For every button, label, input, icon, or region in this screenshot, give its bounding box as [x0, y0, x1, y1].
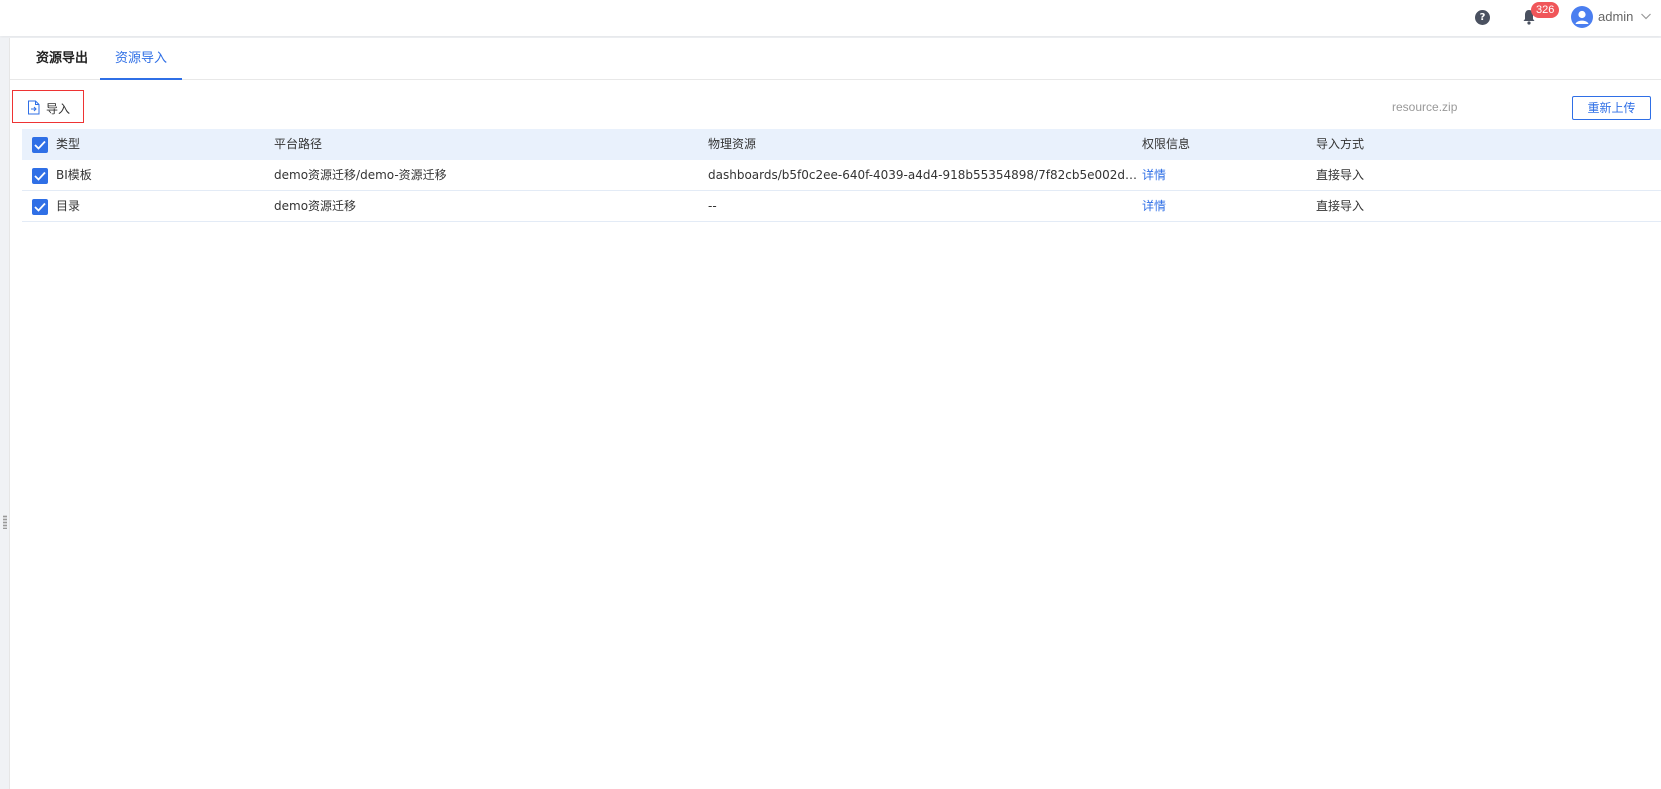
question-circle-icon[interactable]: ? — [1475, 10, 1490, 25]
check-icon — [34, 202, 46, 212]
cell-method: 直接导入 — [1316, 168, 1365, 182]
column-header-method: 导入方式 — [1316, 137, 1365, 151]
column-header-permission: 权限信息 — [1142, 137, 1191, 151]
cell-method: 直接导入 — [1316, 199, 1365, 213]
cell-type: 目录 — [56, 199, 81, 213]
uploaded-file-name: resource.zip — [1392, 100, 1458, 114]
row-checkbox[interactable] — [32, 168, 48, 184]
permission-detail-link[interactable]: 详情 — [1142, 160, 1166, 191]
tab-bar: 资源导出 资源导入 — [10, 38, 1661, 80]
top-bar: ? 326 admin — [0, 0, 1661, 36]
notification-badge: 326 — [1531, 2, 1560, 18]
reupload-button[interactable]: 重新上传 — [1572, 96, 1651, 120]
select-all-checkbox[interactable] — [32, 137, 48, 153]
check-icon — [34, 140, 46, 150]
check-icon — [34, 171, 46, 181]
tab-resource-import[interactable]: 资源导入 — [100, 38, 183, 80]
username[interactable]: admin — [1598, 9, 1633, 24]
column-header-resource: 物理资源 — [708, 137, 757, 151]
cell-path: demo资源迁移 — [274, 199, 357, 213]
cell-type: BI模板 — [56, 168, 92, 182]
table-header: 类型 平台路径 物理资源 权限信息 导入方式 — [22, 129, 1661, 160]
file-import-icon — [28, 100, 40, 115]
column-header-path: 平台路径 — [274, 137, 323, 151]
import-button-label: 导入 — [46, 102, 71, 116]
row-checkbox[interactable] — [32, 199, 48, 215]
avatar[interactable] — [1571, 6, 1593, 28]
column-header-type: 类型 — [56, 137, 81, 151]
cell-path: demo资源迁移/demo-资源迁移 — [274, 168, 447, 182]
permission-detail-link[interactable]: 详情 — [1142, 191, 1166, 222]
cell-resource: -- — [708, 199, 717, 213]
import-button[interactable]: 导入 — [12, 90, 84, 123]
tab-resource-export[interactable]: 资源导出 — [21, 38, 103, 80]
drag-handle-icon[interactable] — [3, 515, 7, 529]
user-icon — [1575, 10, 1589, 24]
table-row: 目录 demo资源迁移 -- 详情 直接导入 — [22, 191, 1661, 222]
chevron-down-icon[interactable] — [1640, 10, 1652, 22]
table-row: BI模板 demo资源迁移/demo-资源迁移 dashboards/b5f0c… — [22, 160, 1661, 191]
cell-resource: dashboards/b5f0c2ee-640f-4039-a4d4-918b5… — [708, 168, 1142, 182]
side-collapse-strip — [0, 38, 10, 789]
resource-table: 类型 平台路径 物理资源 权限信息 导入方式 BI模板 demo资源迁移/dem… — [22, 129, 1661, 222]
main-panel: 资源导出 资源导入 导入 resource.zip 重新上传 类型 平台路径 物… — [10, 38, 1661, 789]
